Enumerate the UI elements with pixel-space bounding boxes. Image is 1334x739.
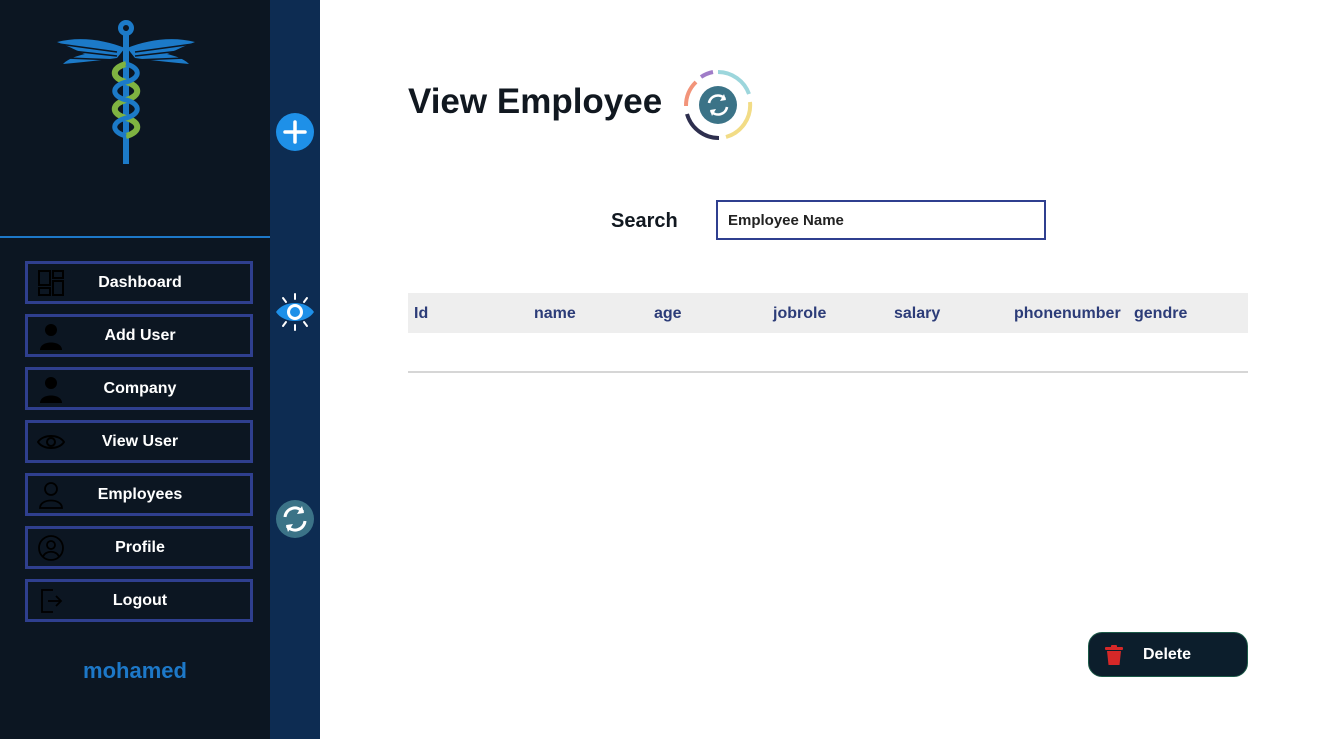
logout-icon [41,589,63,613]
icon-rail [270,0,320,739]
sidebar-divider [0,236,270,238]
delete-button-label: Delete [1143,646,1192,663]
column-header-phonenumber[interactable]: phonenumber [1014,305,1121,323]
profile-circle-icon [38,535,64,561]
sidebar-item-company[interactable]: Company [25,367,253,410]
plus-circle-icon[interactable] [275,112,315,152]
dashboard-icon [38,270,64,296]
column-header-name[interactable]: name [534,305,576,323]
column-header-id[interactable]: Id [414,305,428,323]
username: mohamed [83,658,187,683]
user-icon [40,377,62,403]
column-header-salary[interactable]: salary [894,305,940,323]
sidebar-item-employees[interactable]: Employees [25,473,253,516]
search-label: Search [611,210,678,232]
eye-icon[interactable] [275,292,315,332]
column-header-jobrole[interactable]: jobrole [773,305,826,323]
caduceus-icon [57,20,195,164]
page-title: View Employee [408,82,663,121]
user-icon [40,324,62,350]
table-divider [408,371,1248,373]
table-header: Id name age jobrole salary phonenumber g… [408,293,1248,333]
sidebar-item-add-user[interactable]: Add User [25,314,253,357]
refresh-ring-icon [683,70,753,141]
delete-button[interactable]: Delete [1088,632,1248,677]
sidebar: Dashboard Add User Company View User Emp… [0,0,270,739]
sidebar-item-view-user[interactable]: View User [25,420,253,463]
user-outline-icon [39,482,63,509]
eye-icon [37,435,65,449]
column-header-gendre[interactable]: gendre [1134,305,1187,323]
refresh-circle-icon[interactable] [275,499,315,539]
sidebar-item-dashboard[interactable]: Dashboard [25,261,253,304]
trash-icon [1105,645,1123,665]
sidebar-item-logout[interactable]: Logout [25,579,253,622]
sidebar-item-profile[interactable]: Profile [25,526,253,569]
search-input[interactable] [716,200,1046,240]
column-header-age[interactable]: age [654,305,682,323]
